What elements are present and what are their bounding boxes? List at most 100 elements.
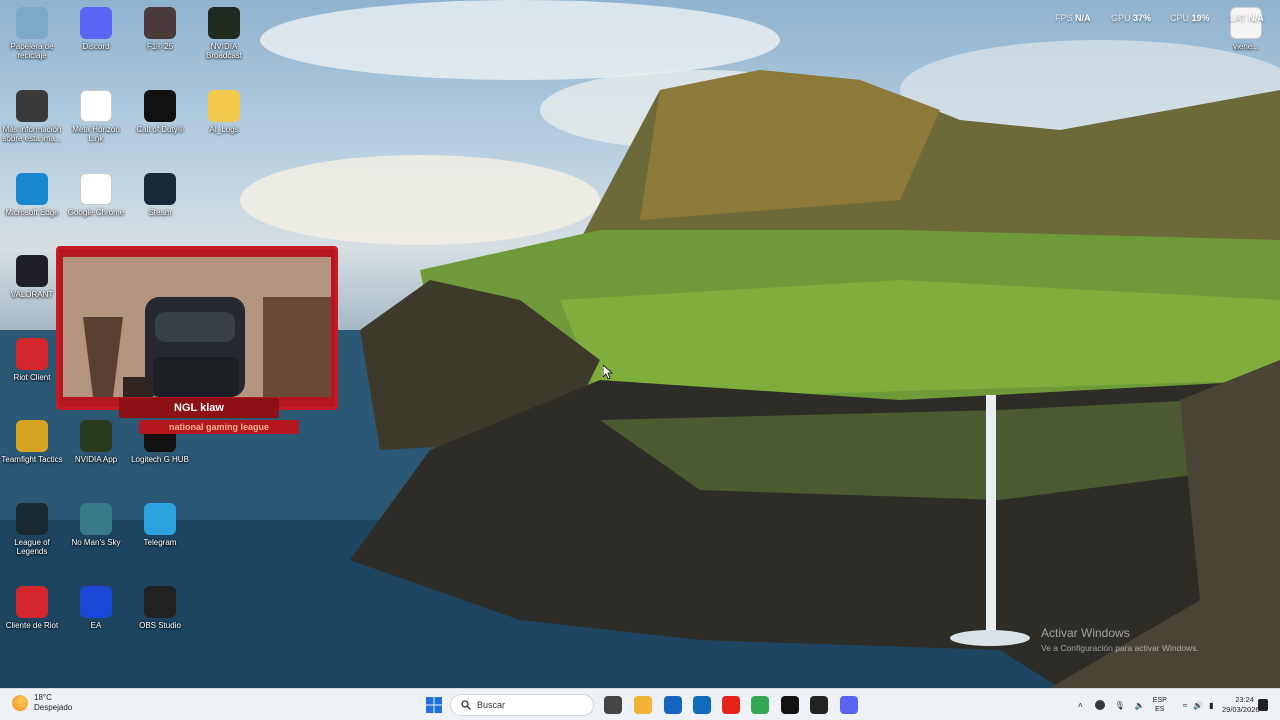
- streamer-tagline: national gaming league: [139, 420, 299, 434]
- system-tray: ˄ 🎙 🔈 ESP ES ≈ 🔊 ▮: [1078, 689, 1214, 720]
- desktop-icon-label: Steam: [148, 208, 172, 217]
- desktop-icon-label: NVIDIA Broadcast: [205, 42, 243, 60]
- nvidia-broadcast-icon: [208, 7, 240, 39]
- desktop-icon-label: Logitech G HUB: [131, 455, 189, 464]
- cpu-readout: CPU 19%: [1170, 13, 1210, 23]
- wifi-icon[interactable]: ≈: [1183, 701, 1187, 710]
- taskbar-search[interactable]: Buscar: [450, 694, 594, 716]
- folder-icon: [208, 90, 240, 122]
- desktop-icon-f1[interactable]: F1® 25: [128, 7, 192, 51]
- lat-readout: LAT N/A: [1230, 13, 1264, 23]
- weather-temperature: 18°C: [34, 693, 52, 702]
- desktop-icon-tft[interactable]: Teamfight Tactics: [0, 420, 64, 464]
- clock-date: 29/03/2026: [1222, 705, 1260, 714]
- search-icon: [461, 700, 471, 710]
- search-placeholder: Buscar: [477, 700, 506, 710]
- webcam-overlay: NGL klaw national gaming league: [56, 246, 338, 434]
- desktop-icon-label: Cliente de Riot: [5, 621, 59, 630]
- desktop-icon-lol[interactable]: League of Legends: [0, 503, 64, 556]
- chevron-up-icon[interactable]: ˄: [1078, 701, 1083, 710]
- meta-icon: [80, 90, 112, 122]
- windows-start-icon[interactable]: [425, 696, 443, 714]
- volume-icon[interactable]: 🔊: [1193, 701, 1203, 710]
- desktop-icon-label: viene...: [1233, 42, 1259, 51]
- tray-app-icon[interactable]: [1094, 700, 1105, 710]
- battery-icon[interactable]: ▮: [1209, 701, 1213, 710]
- desktop-icon-riot[interactable]: Riot Client: [0, 338, 64, 382]
- weather-widget[interactable]: 18°C Despejado: [12, 693, 72, 713]
- fps-readout: FPS N/A: [1055, 13, 1091, 23]
- mouse-cursor-icon: [603, 365, 613, 379]
- desktop-icon-label: Meta Horizon Link: [72, 125, 120, 143]
- weather-sun-icon: [12, 695, 28, 711]
- riot-client-icon: [16, 586, 48, 618]
- taskbar-outlook-icon[interactable]: [693, 696, 711, 714]
- taskbar-capcut-icon[interactable]: [781, 696, 799, 714]
- desktop-icon-discord[interactable]: Discord: [64, 7, 128, 51]
- desktop-icon-label: F1® 25: [146, 42, 174, 51]
- chrome-icon: [80, 173, 112, 205]
- discord-icon: [80, 7, 112, 39]
- steam-icon: [144, 173, 176, 205]
- desktop-icon-label: VALORANT: [10, 290, 54, 299]
- desktop-icon-label: Telegram: [143, 538, 177, 547]
- desktop-icon-obs[interactable]: OBS Studio: [128, 586, 192, 630]
- desktop-icon-label: Papelera de reciclaje: [10, 42, 54, 60]
- activate-subtitle: Ve a Configuración para activar Windows.: [1041, 643, 1199, 653]
- desktop-icon-label: Teamfight Tactics: [1, 455, 63, 464]
- ea-icon: [80, 586, 112, 618]
- desktop-icon-label: NVIDIA App: [74, 455, 118, 464]
- desktop-icon-label: League of Legends: [14, 538, 50, 556]
- taskbar-chrome-icon[interactable]: [751, 696, 769, 714]
- f1-icon: [144, 7, 176, 39]
- taskbar-obs-icon[interactable]: [810, 696, 828, 714]
- obs-icon: [144, 586, 176, 618]
- nms-icon: [80, 503, 112, 535]
- desktop-icon-chrome[interactable]: Google Chrome: [64, 173, 128, 217]
- desktop-icon-label: Google Chrome: [67, 208, 125, 217]
- desktop-icon-nvidia-broadcast[interactable]: NVIDIA Broadcast: [192, 7, 256, 60]
- desktop-icon-cod[interactable]: Call of Duty®: [128, 90, 192, 134]
- taskbar-youtube-icon[interactable]: [722, 696, 740, 714]
- desktop-icon-meta[interactable]: Meta Horizon Link: [64, 90, 128, 143]
- info-camera-icon: [16, 90, 48, 122]
- taskbar-discord-icon[interactable]: [840, 696, 858, 714]
- desktop-icon-folder[interactable]: AI_Logs: [192, 90, 256, 134]
- desktop-icon-riot-client[interactable]: Cliente de Riot: [0, 586, 64, 630]
- desktop-icon-recycle-bin[interactable]: Papelera de reciclaje: [0, 7, 64, 60]
- valorant-icon: [16, 255, 48, 287]
- desktop-icon-label: Discord: [82, 42, 110, 51]
- edge-icon: [16, 173, 48, 205]
- desktop-icon-label: Riot Client: [13, 373, 51, 382]
- desktop-icon-label: EA: [90, 621, 102, 630]
- desktop-icon-label: AI_Logs: [209, 125, 239, 134]
- microphone-icon[interactable]: 🎙: [1115, 701, 1125, 710]
- speaker-icon[interactable]: 🔈: [1135, 701, 1145, 710]
- desktop-icon-valorant[interactable]: VALORANT: [0, 255, 64, 299]
- activate-windows-watermark: Activar Windows Ve a Configuración para …: [1041, 626, 1199, 653]
- language-indicator[interactable]: ESP ES: [1153, 696, 1167, 714]
- streamer-name: NGL klaw: [119, 398, 279, 418]
- nvidia-icon: [80, 420, 112, 452]
- clock[interactable]: 23:24 29/03/2026: [1222, 695, 1260, 715]
- telegram-icon: [144, 503, 176, 535]
- desktop-icon-nms[interactable]: No Man's Sky: [64, 503, 128, 547]
- desktop-icon-label: OBS Studio: [139, 621, 181, 630]
- taskbar-task-view-icon[interactable]: [604, 696, 622, 714]
- document-icon: [1230, 7, 1262, 39]
- desktop-icon-label: Más información sobre esta ima...: [2, 125, 62, 143]
- notification-icon[interactable]: [1258, 699, 1268, 711]
- taskbar-store-icon[interactable]: [664, 696, 682, 714]
- desktop-icon-ea[interactable]: EA: [64, 586, 128, 630]
- taskbar-file-explorer-icon[interactable]: [634, 696, 652, 714]
- clock-time: 23:24: [1235, 695, 1254, 704]
- weather-description: Despejado: [34, 703, 73, 712]
- desktop-icon-info-camera[interactable]: Más información sobre esta ima...: [0, 90, 64, 143]
- desktop-icon-label: Microsoft Edge: [5, 208, 59, 217]
- desktop-icon-nvidia[interactable]: NVIDIA App: [64, 420, 128, 464]
- desktop-icon-edge[interactable]: Microsoft Edge: [0, 173, 64, 217]
- desktop-icon-label: No Man's Sky: [71, 538, 121, 547]
- desktop-icon-telegram[interactable]: Telegram: [128, 503, 192, 547]
- lol-icon: [16, 503, 48, 535]
- desktop-icon-steam[interactable]: Steam: [128, 173, 192, 217]
